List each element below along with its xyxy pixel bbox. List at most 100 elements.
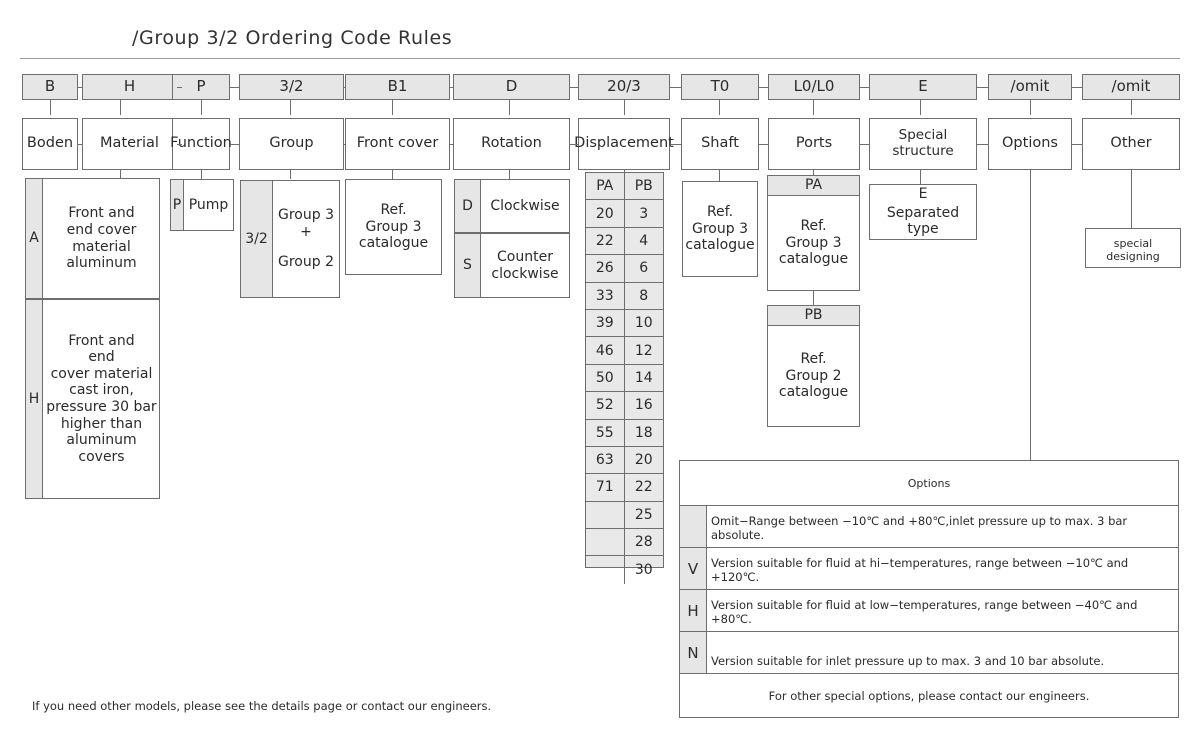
special-structure-detail: E Separated type [869,184,977,240]
detail-connector-function [201,170,202,179]
rotation-row-d: D Clockwise [454,179,570,233]
table-row: 25 [586,501,663,530]
code-connector [977,87,988,88]
material-row-h: H Front and end cover material cast iron… [25,299,160,499]
ordering-code-diagram: /Group 3/2 Ordering Code Rules B H P 3/2… [0,0,1200,730]
code-cell-options[interactable]: /omit [988,74,1072,100]
drop-connector [509,100,510,115]
label-connector [670,144,681,145]
material-line: higher than [60,415,143,432]
code-cell-ports[interactable]: L0/L0 [768,74,860,100]
options-table-header: Options [680,461,1178,506]
code-connector [860,87,869,88]
group-line: Group 3 [278,207,334,224]
material-line: Front and [68,205,135,222]
displacement-pb: 6 [639,260,649,277]
displacement-header-row: PA PB [586,173,663,201]
material-line: aluminum [66,255,137,272]
table-row: 39 10 [586,309,663,338]
displacement-pb: 30 [634,562,653,579]
code-cell-front-cover[interactable]: B1 [345,74,450,100]
displacement-pa [586,529,625,556]
options-text: Version suitable for fluid at low−temper… [711,598,1138,626]
drop-connector [719,100,720,115]
material-row-a: A Front and end cover material aluminum [25,178,160,299]
table-row: Omit−Range between −10℃ and +80℃,inlet p… [680,506,1178,548]
rotation-key-s: S [455,234,481,297]
drop-connector [290,100,291,115]
ports-header-pa: PA [768,176,859,196]
material-line: material [72,238,131,255]
options-text: Omit−Range between −10℃ and +80℃,inlet p… [711,514,1128,542]
drop-connector [624,100,625,115]
material-text-a: Front and end cover material aluminum [43,179,160,298]
label-other: Other [1082,118,1180,170]
material-line: cover material [50,365,153,382]
displacement-pb: 18 [634,424,653,441]
code-cell-shaft[interactable]: T0 [681,74,759,100]
table-row: 30 [586,556,663,584]
displacement-pb: 16 [634,397,653,414]
table-row: 50 14 [586,364,663,393]
code-cell-rotation[interactable]: D [453,74,570,100]
rotation-text-s: Counter clockwise [481,234,569,297]
table-row: 33 8 [586,282,663,310]
table-row: N Version suitable for inlet pressure up… [680,632,1178,674]
group-row: 3/2 Group 3 + Group 2 [240,180,340,298]
ports-line: Group 2 [785,367,842,384]
displacement-pa: 71 [586,474,625,501]
material-line: aluminum covers [66,432,137,465]
label-rotation: Rotation [453,118,570,170]
displacement-pb: 4 [639,232,649,249]
displacement-pa [586,556,625,584]
code-connector [230,87,239,88]
detail-connector-rotation [509,170,510,179]
ports-block-pb: PB Ref. Group 2 catalogue [767,305,860,427]
drop-connector [813,100,814,115]
label-special-structure: Special structure [869,118,977,170]
material-line: cast iron, [69,382,134,399]
material-key-a: A [26,179,43,298]
code-connector [759,87,768,88]
ports-text-pb: Ref. Group 2 catalogue [768,326,859,426]
group-text: Group 3 + Group 2 [273,181,339,297]
material-text-h: Front and end cover material cast iron, … [43,300,160,498]
label-options: Options [988,118,1072,170]
code-connector [670,87,681,88]
ports-header-pb: PB [768,306,859,326]
label-connector [759,144,768,145]
detail-connector-other [1131,170,1132,228]
displacement-pb: 10 [634,315,653,332]
displacement-pa: 63 [586,446,625,474]
material-line: pressure 30 bar [46,399,157,415]
page-title: /Group 3/2 Ordering Code Rules [132,27,453,49]
rotation-row-s: S Counter clockwise [454,233,570,298]
code-cell-displacement[interactable]: 20/3 [578,74,670,100]
shaft-line: catalogue [685,237,755,254]
group-key: 3/2 [241,181,273,297]
displacement-header-pb: PB [634,178,653,195]
code-connector [570,87,578,88]
code-cell-group[interactable]: 3/2 [239,74,344,100]
table-row: 63 20 [586,446,663,475]
code-cell-material[interactable]: H [82,74,177,100]
displacement-header-pa: PA [586,173,625,200]
rotation-text-d: Clockwise [490,197,560,214]
shaft-line: Ref. [706,204,734,221]
front-cover-line: Group 3 [365,218,422,235]
code-cell-other[interactable]: /omit [1082,74,1180,100]
label-ports: Ports [768,118,860,170]
label-connector [977,144,988,145]
code-connector [450,87,453,88]
options-key: H [680,590,707,631]
shaft-line: Group 3 [692,220,748,237]
rotation-line: clockwise [491,265,559,282]
label-connector [78,144,82,145]
label-connector [230,144,239,145]
options-text: Version suitable for inlet pressure up t… [711,654,1105,668]
ports-line: Group 3 [785,234,842,251]
rotation-key-d: D [455,180,481,232]
code-cell-boden[interactable]: B [22,74,78,100]
label-connector [1072,144,1082,145]
code-cell-special-structure[interactable]: E [869,74,977,100]
